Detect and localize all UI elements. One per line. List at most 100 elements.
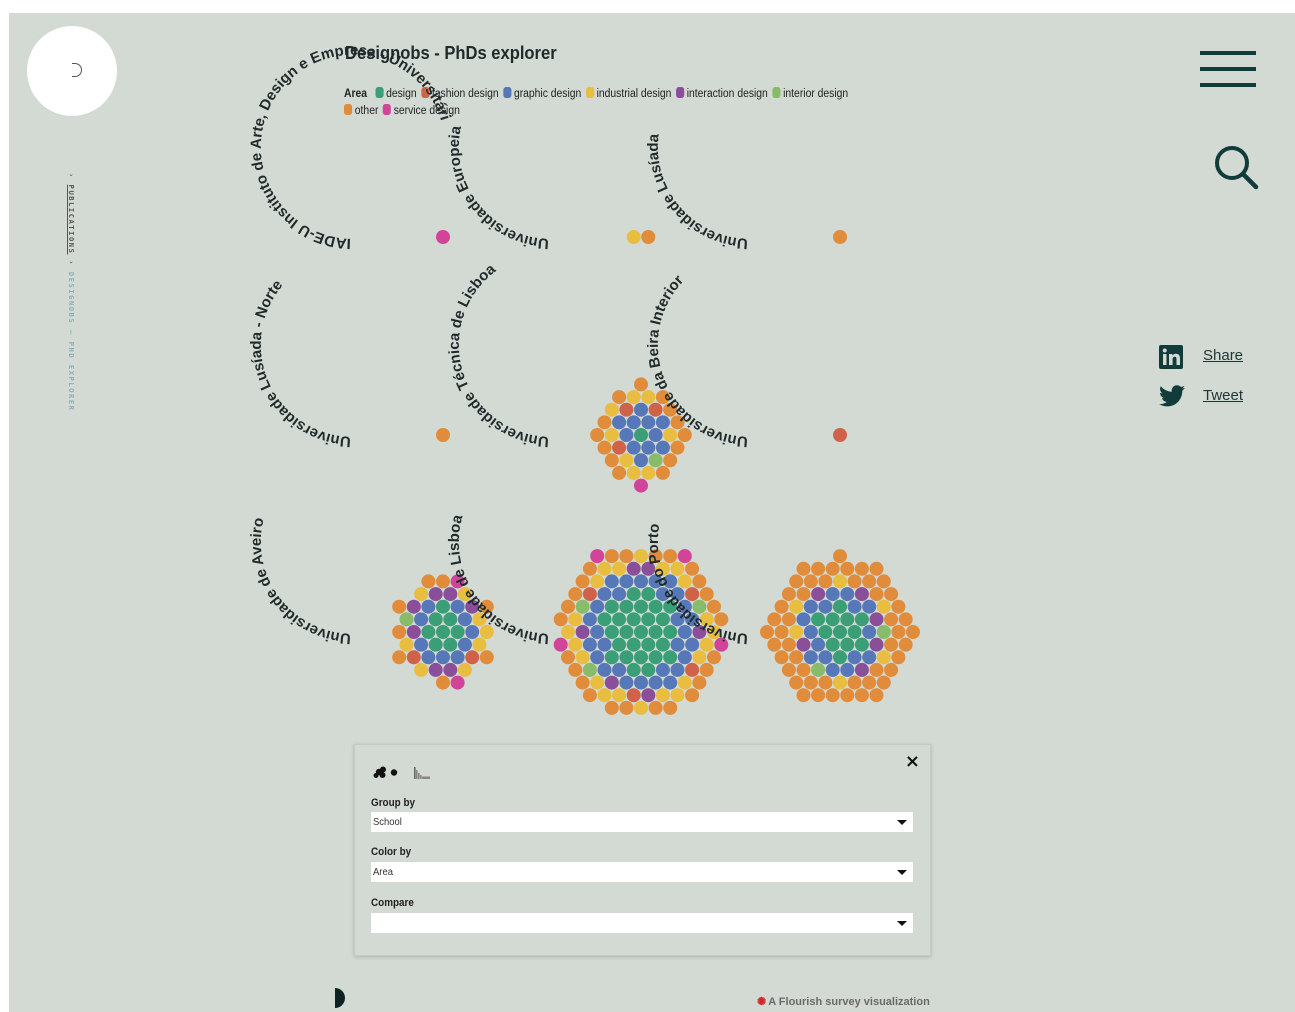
data-point[interactable] [876,574,891,589]
data-point[interactable] [663,428,678,442]
data-point[interactable] [789,599,804,614]
share-link[interactable]: Share [1203,347,1243,364]
data-point[interactable] [641,612,656,627]
data-point[interactable] [685,662,700,677]
data-point[interactable] [796,612,811,627]
data-point[interactable] [811,637,826,652]
data-point[interactable] [590,650,605,665]
data-point[interactable] [854,587,869,602]
data-point[interactable] [612,390,627,405]
data-point[interactable] [582,612,597,627]
data-point[interactable] [619,650,634,665]
data-point[interactable] [604,625,619,639]
group-by-select[interactable]: School [371,812,913,832]
data-point[interactable] [833,599,847,614]
data-point[interactable] [597,637,612,652]
data-point[interactable] [612,465,627,480]
data-point[interactable] [634,675,648,690]
data-point[interactable] [612,662,627,677]
data-point[interactable] [634,402,648,417]
data-point[interactable] [898,637,913,652]
data-point[interactable] [818,599,833,614]
data-point[interactable] [634,478,648,493]
data-point[interactable] [619,700,634,715]
data-point[interactable] [582,637,597,652]
data-point[interactable] [428,587,443,602]
data-point[interactable] [648,700,663,715]
data-point[interactable] [803,675,818,690]
data-point[interactable] [612,587,627,602]
data-point[interactable] [891,650,906,665]
data-point[interactable] [796,587,811,602]
data-point[interactable] [568,662,583,677]
data-point[interactable] [641,587,656,602]
data-point[interactable] [421,599,436,614]
data-point[interactable] [781,662,796,677]
data-point[interactable] [399,637,414,652]
flourish-credit[interactable]: ✺ A Flourish survey visualization [757,995,930,1008]
data-point[interactable] [626,612,641,627]
data-point[interactable] [626,561,641,576]
data-point[interactable] [840,688,855,703]
data-point[interactable] [862,574,877,589]
data-point[interactable] [597,587,612,602]
data-point[interactable] [443,662,458,677]
data-point[interactable] [443,612,458,627]
data-point[interactable] [774,599,789,614]
data-point[interactable] [436,650,450,665]
data-point[interactable] [479,650,494,665]
data-point[interactable] [626,390,641,405]
data-point[interactable] [677,428,692,442]
data-point[interactable] [781,587,796,602]
tweet-link[interactable]: Tweet [1203,387,1243,404]
data-point[interactable] [626,637,641,652]
data-point[interactable] [597,440,612,455]
data-point[interactable] [619,599,634,614]
data-point[interactable] [436,428,450,442]
data-point[interactable] [847,599,862,614]
data-point[interactable] [811,662,826,677]
data-point[interactable] [597,561,612,576]
data-point[interactable] [818,625,833,639]
data-point[interactable] [626,440,641,455]
data-point[interactable] [655,415,670,430]
data-point[interactable] [699,637,714,652]
data-point[interactable] [760,625,774,639]
data-point[interactable] [876,650,891,665]
data-point[interactable] [457,662,472,677]
data-point[interactable] [655,688,670,703]
data-point[interactable] [677,625,692,639]
data-point[interactable] [604,574,619,589]
data-point[interactable] [582,561,597,576]
data-point[interactable] [414,662,429,677]
compare-select[interactable] [371,913,913,933]
color-by-select[interactable]: Area [371,862,913,882]
data-point[interactable] [825,587,840,602]
data-point[interactable] [803,625,818,639]
data-point[interactable] [891,599,906,614]
data-point[interactable] [833,625,847,639]
data-point[interactable] [604,675,619,690]
data-point[interactable] [847,650,862,665]
linkedin-share[interactable]: Share [1159,345,1259,369]
data-point[interactable] [707,599,721,614]
data-point[interactable] [604,700,619,715]
data-point[interactable] [774,625,789,639]
data-point[interactable] [634,650,648,665]
data-point[interactable] [774,650,789,665]
data-point[interactable] [626,465,641,480]
data-point[interactable] [692,574,707,589]
data-point[interactable] [833,230,847,244]
data-point[interactable] [699,587,714,602]
data-point[interactable] [854,688,869,703]
data-point[interactable] [641,688,656,703]
data-point[interactable] [392,599,407,614]
data-point[interactable] [443,637,458,652]
data-point[interactable] [811,612,826,627]
data-point[interactable] [663,700,678,715]
data-point[interactable] [648,650,663,665]
data-point[interactable] [443,587,458,602]
data-point[interactable] [553,637,568,652]
data-point[interactable] [648,625,663,639]
data-point[interactable] [825,612,840,627]
